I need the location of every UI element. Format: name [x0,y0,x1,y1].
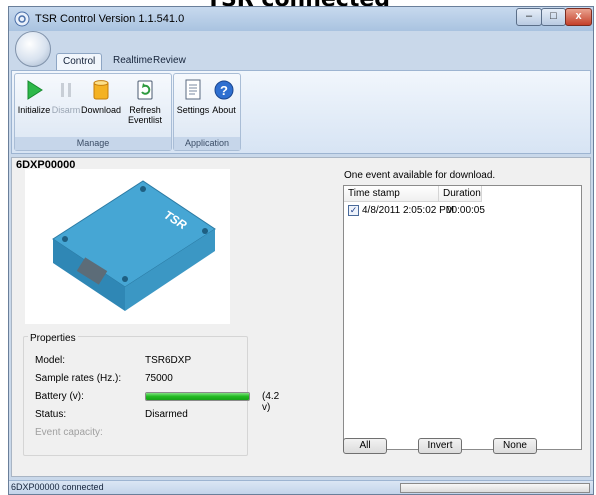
close-button[interactable]: x [565,8,592,26]
play-icon [27,80,43,100]
group-manage-label: Manage [15,137,171,150]
group-application-label: Application [174,137,240,150]
tsr-device-image: TSR [52,180,216,311]
tab-review[interactable]: Review [147,53,192,71]
initialize-button[interactable]: Initialize [17,78,51,115]
select-none-button[interactable]: None [493,438,537,454]
refresh-icon [137,80,153,100]
event-timestamp: 4/8/2011 2:05:02 PM [362,205,455,216]
pause-icon [61,83,71,97]
minimize-button[interactable]: – [516,8,542,26]
ribbon: Initialize Disarm Download Refresh Event… [11,70,591,154]
properties-group: Properties Model: TSR6DXP Sample rates (… [23,333,279,456]
about-label: About [212,105,236,115]
events-available-text: One event available for download. [344,170,496,181]
database-icon [93,80,109,100]
model-label: Model: [35,355,66,366]
initialize-label: Initialize [17,105,51,115]
event-capacity-label: Event capacity: [35,427,103,438]
column-header-timestamp[interactable]: Time stamp [344,186,439,202]
app-icon [14,11,30,27]
settings-label: Settings [176,105,210,115]
refresh-label-line2: Eventlist [127,115,162,125]
status-bar-text: 6DXP00000 connected [11,482,104,492]
column-header-duration[interactable]: Duration [439,186,482,202]
title-bar[interactable]: TSR Control Version 1.1.541.0 – □ x [9,7,593,31]
event-duration: 00:00:05 [446,205,485,216]
download-label: Download [81,105,122,115]
disarm-label: Disarm [51,105,81,115]
properties-title: Properties [28,333,78,344]
event-checkbox[interactable]: ✓ [348,205,359,216]
select-all-button[interactable]: All [343,438,387,454]
event-row[interactable]: ✓ 4/8/2011 2:05:02 PM 00:00:05 [346,204,576,218]
svg-text:?: ? [220,83,228,98]
settings-button[interactable]: Settings [176,78,210,115]
battery-value: (4.2 v) [262,391,280,413]
device-photo: TSR [25,169,230,324]
sample-rate-value: 75000 [145,373,173,384]
refresh-label-line1: Refresh [129,105,161,115]
status-bar: 6DXP00000 connected [9,480,593,494]
window-title: TSR Control Version 1.1.541.0 [35,13,185,25]
invert-selection-button[interactable]: Invert [418,438,462,454]
battery-fill [146,393,249,400]
status-value: Disarmed [145,409,188,420]
maximize-button[interactable]: □ [541,8,566,26]
refresh-eventlist-button[interactable]: Refresh Eventlist [121,78,169,125]
group-manage: Initialize Disarm Download Refresh Event… [14,73,172,151]
ribbon-tabs: Control Realtime Review [9,49,593,71]
settings-document-icon [185,79,201,100]
model-value: TSR6DXP [145,355,192,366]
device-panel: 6DXP00000 TSR Properties Model: TSR6DXP … [11,157,591,477]
tab-control[interactable]: Control [56,53,103,71]
help-icon: ? [214,80,234,100]
group-application: Settings ? About Application [173,73,241,151]
event-list[interactable]: Time stamp Duration ✓ 4/8/2011 2:05:02 P… [343,185,582,450]
battery-bar [145,392,250,401]
sample-rate-label: Sample rates (Hz.): [35,373,122,384]
download-button[interactable]: Download [81,78,121,115]
status-label: Status: [35,409,67,420]
about-button[interactable]: ? About [210,78,238,115]
app-window: TSR Control Version 1.1.541.0 – □ x Cont… [8,6,594,495]
status-progress-bar [400,483,590,493]
disarm-button[interactable]: Disarm [51,78,81,115]
battery-label: Battery (v): [35,391,84,402]
